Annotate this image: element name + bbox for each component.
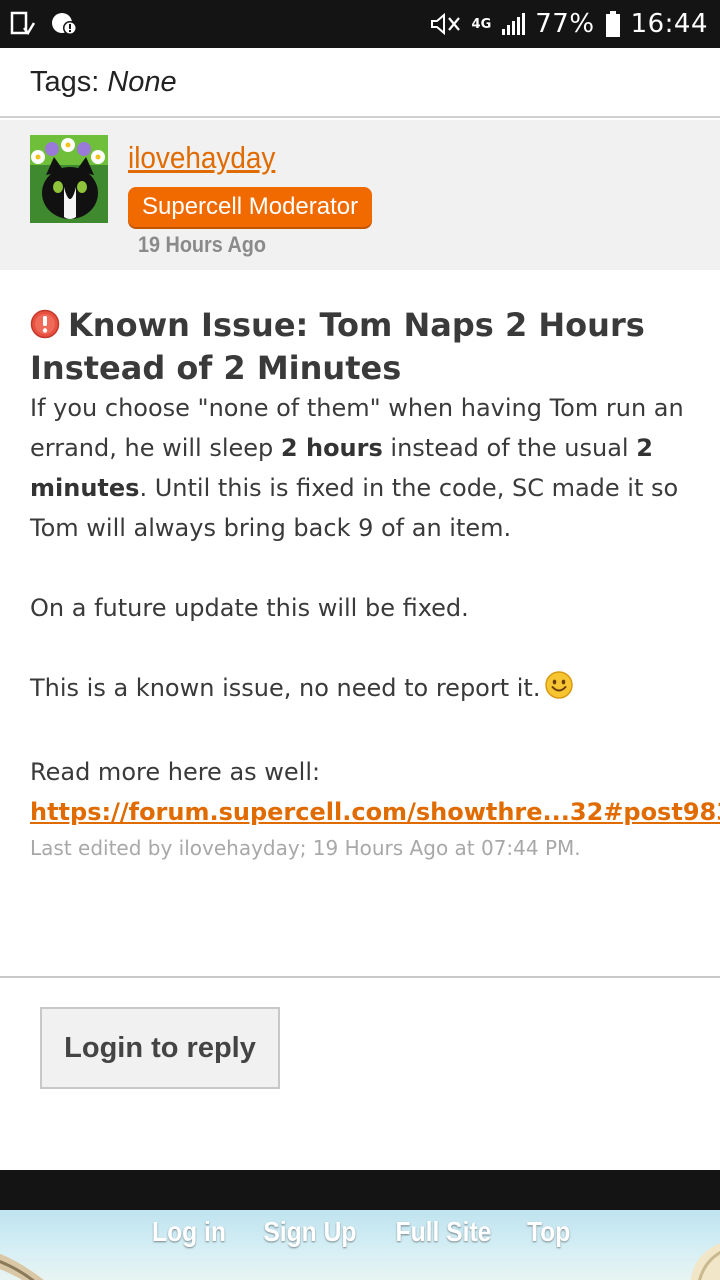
- para1-text-c: instead of the usual: [382, 434, 637, 462]
- tags-value: None: [107, 65, 177, 98]
- smiley-icon: [544, 670, 574, 712]
- para1-bold-hours: 2 hours: [280, 434, 383, 462]
- footer-signup-link[interactable]: Sign Up: [263, 1216, 356, 1248]
- post-content: Known Issue: Tom Naps 2 Hours Instead of…: [30, 305, 720, 860]
- tags-label: Tags:: [30, 65, 100, 98]
- footer: Log in Sign Up Full Site Top: [0, 1210, 720, 1280]
- footer-nav: Log in Sign Up Full Site Top: [0, 1210, 720, 1254]
- post-title: Known Issue: Tom Naps 2 Hours Instead of…: [30, 305, 710, 388]
- battery-icon: [605, 10, 621, 38]
- post-body: If you choose "none of them" when having…: [30, 388, 720, 832]
- post-time: 19 Hours Ago: [138, 232, 266, 257]
- divider: [0, 976, 720, 978]
- paragraph-4: Read more here as well:: [30, 758, 321, 786]
- signal-icon: [501, 12, 526, 36]
- mute-icon: [428, 12, 462, 36]
- footer-top-link[interactable]: Top: [527, 1216, 570, 1248]
- footer-login-link[interactable]: Log in: [152, 1216, 226, 1248]
- footer-full-site-link[interactable]: Full Site: [395, 1216, 491, 1248]
- tags-row: Tags: None: [0, 48, 720, 118]
- paragraph-1: If you choose "none of them" when having…: [30, 388, 710, 548]
- para3-text: This is a known issue, no need to report…: [30, 674, 541, 702]
- author-name-link[interactable]: ilovehayday: [128, 140, 275, 176]
- role-badge: Supercell Moderator: [128, 187, 373, 227]
- battery-percent: 77%: [535, 9, 595, 39]
- paragraph-2: On a future update this will be fixed.: [30, 594, 469, 622]
- post-link[interactable]: https://forum.supercell.com/showthre...3…: [30, 792, 720, 832]
- clock: 16:44: [630, 9, 708, 39]
- avatar[interactable]: [30, 135, 108, 223]
- alert-icon: [30, 308, 60, 348]
- screenshot-icon: [10, 11, 36, 37]
- author-panel: ilovehayday Supercell Moderator 19 Hours…: [0, 120, 720, 270]
- network-type: 4G: [471, 16, 492, 32]
- post-title-text: Known Issue: Tom Naps 2 Hours Instead of…: [30, 306, 645, 387]
- paragraph-3: This is a known issue, no need to report…: [30, 668, 710, 712]
- notification-icon: [50, 11, 78, 37]
- status-bar: 4G 77% 16:44: [0, 0, 720, 48]
- footer-top-band: [0, 1170, 720, 1210]
- login-to-reply-button[interactable]: Login to reply: [40, 1007, 280, 1089]
- edited-note: Last edited by ilovehayday; 19 Hours Ago…: [30, 836, 581, 860]
